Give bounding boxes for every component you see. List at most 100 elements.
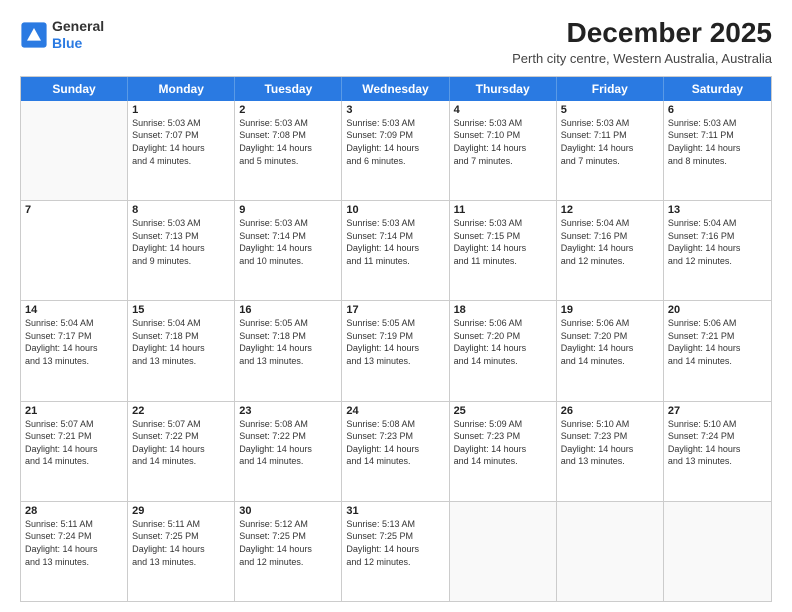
calendar-cell: 17Sunrise: 5:05 AM Sunset: 7:19 PM Dayli… [342, 301, 449, 400]
calendar-cell: 27Sunrise: 5:10 AM Sunset: 7:24 PM Dayli… [664, 402, 771, 501]
calendar-header: SundayMondayTuesdayWednesdayThursdayFrid… [21, 77, 771, 101]
calendar-cell: 28Sunrise: 5:11 AM Sunset: 7:24 PM Dayli… [21, 502, 128, 601]
calendar-cell: 24Sunrise: 5:08 AM Sunset: 7:23 PM Dayli… [342, 402, 449, 501]
cell-date-number: 24 [346, 405, 444, 417]
calendar-cell: 21Sunrise: 5:07 AM Sunset: 7:21 PM Dayli… [21, 402, 128, 501]
logo-text: General Blue [52, 18, 104, 52]
cell-info: Sunrise: 5:04 AM Sunset: 7:17 PM Dayligh… [25, 317, 123, 367]
calendar-cell: 25Sunrise: 5:09 AM Sunset: 7:23 PM Dayli… [450, 402, 557, 501]
cell-date-number: 30 [239, 505, 337, 517]
cell-date-number: 7 [25, 204, 123, 216]
calendar-cell: 10Sunrise: 5:03 AM Sunset: 7:14 PM Dayli… [342, 201, 449, 300]
calendar-cell [21, 101, 128, 200]
calendar-cell: 26Sunrise: 5:10 AM Sunset: 7:23 PM Dayli… [557, 402, 664, 501]
cell-date-number: 9 [239, 204, 337, 216]
cell-info: Sunrise: 5:03 AM Sunset: 7:08 PM Dayligh… [239, 117, 337, 167]
cell-date-number: 14 [25, 304, 123, 316]
cell-info: Sunrise: 5:06 AM Sunset: 7:20 PM Dayligh… [561, 317, 659, 367]
calendar-row-2: 78Sunrise: 5:03 AM Sunset: 7:13 PM Dayli… [21, 200, 771, 300]
calendar-cell: 22Sunrise: 5:07 AM Sunset: 7:22 PM Dayli… [128, 402, 235, 501]
cell-date-number: 15 [132, 304, 230, 316]
day-header-friday: Friday [557, 77, 664, 101]
logo-general: General [52, 18, 104, 35]
calendar-cell: 13Sunrise: 5:04 AM Sunset: 7:16 PM Dayli… [664, 201, 771, 300]
calendar-cell: 1Sunrise: 5:03 AM Sunset: 7:07 PM Daylig… [128, 101, 235, 200]
cell-date-number: 28 [25, 505, 123, 517]
cell-date-number: 25 [454, 405, 552, 417]
day-header-tuesday: Tuesday [235, 77, 342, 101]
cell-date-number: 31 [346, 505, 444, 517]
cell-date-number: 19 [561, 304, 659, 316]
cell-date-number: 12 [561, 204, 659, 216]
cell-date-number: 1 [132, 104, 230, 116]
calendar-cell: 6Sunrise: 5:03 AM Sunset: 7:11 PM Daylig… [664, 101, 771, 200]
day-header-thursday: Thursday [450, 77, 557, 101]
cell-info: Sunrise: 5:04 AM Sunset: 7:18 PM Dayligh… [132, 317, 230, 367]
calendar-cell: 2Sunrise: 5:03 AM Sunset: 7:08 PM Daylig… [235, 101, 342, 200]
logo-blue: Blue [52, 35, 104, 52]
calendar-cell: 3Sunrise: 5:03 AM Sunset: 7:09 PM Daylig… [342, 101, 449, 200]
cell-info: Sunrise: 5:04 AM Sunset: 7:16 PM Dayligh… [561, 217, 659, 267]
cell-info: Sunrise: 5:06 AM Sunset: 7:21 PM Dayligh… [668, 317, 767, 367]
cell-date-number: 2 [239, 104, 337, 116]
day-header-monday: Monday [128, 77, 235, 101]
calendar-row-3: 14Sunrise: 5:04 AM Sunset: 7:17 PM Dayli… [21, 300, 771, 400]
cell-info: Sunrise: 5:10 AM Sunset: 7:23 PM Dayligh… [561, 418, 659, 468]
cell-date-number: 29 [132, 505, 230, 517]
calendar-cell: 19Sunrise: 5:06 AM Sunset: 7:20 PM Dayli… [557, 301, 664, 400]
calendar-cell: 9Sunrise: 5:03 AM Sunset: 7:14 PM Daylig… [235, 201, 342, 300]
cell-date-number: 3 [346, 104, 444, 116]
cell-info: Sunrise: 5:11 AM Sunset: 7:24 PM Dayligh… [25, 518, 123, 568]
cell-info: Sunrise: 5:03 AM Sunset: 7:13 PM Dayligh… [132, 217, 230, 267]
cell-date-number: 8 [132, 204, 230, 216]
cell-date-number: 21 [25, 405, 123, 417]
calendar-cell: 20Sunrise: 5:06 AM Sunset: 7:21 PM Dayli… [664, 301, 771, 400]
cell-date-number: 26 [561, 405, 659, 417]
cell-info: Sunrise: 5:03 AM Sunset: 7:11 PM Dayligh… [668, 117, 767, 167]
calendar-cell: 11Sunrise: 5:03 AM Sunset: 7:15 PM Dayli… [450, 201, 557, 300]
cell-date-number: 10 [346, 204, 444, 216]
cell-date-number: 27 [668, 405, 767, 417]
calendar-cell: 5Sunrise: 5:03 AM Sunset: 7:11 PM Daylig… [557, 101, 664, 200]
calendar-row-4: 21Sunrise: 5:07 AM Sunset: 7:21 PM Dayli… [21, 401, 771, 501]
cell-info: Sunrise: 5:04 AM Sunset: 7:16 PM Dayligh… [668, 217, 767, 267]
calendar-row-1: 1Sunrise: 5:03 AM Sunset: 7:07 PM Daylig… [21, 101, 771, 200]
calendar-cell [450, 502, 557, 601]
cell-info: Sunrise: 5:08 AM Sunset: 7:22 PM Dayligh… [239, 418, 337, 468]
cell-info: Sunrise: 5:09 AM Sunset: 7:23 PM Dayligh… [454, 418, 552, 468]
cell-info: Sunrise: 5:10 AM Sunset: 7:24 PM Dayligh… [668, 418, 767, 468]
calendar: SundayMondayTuesdayWednesdayThursdayFrid… [20, 76, 772, 602]
title-block: December 2025 Perth city centre, Western… [512, 18, 772, 66]
calendar-row-5: 28Sunrise: 5:11 AM Sunset: 7:24 PM Dayli… [21, 501, 771, 601]
calendar-cell: 30Sunrise: 5:12 AM Sunset: 7:25 PM Dayli… [235, 502, 342, 601]
logo: General Blue [20, 18, 104, 52]
day-header-saturday: Saturday [664, 77, 771, 101]
cell-info: Sunrise: 5:08 AM Sunset: 7:23 PM Dayligh… [346, 418, 444, 468]
cell-date-number: 17 [346, 304, 444, 316]
month-title: December 2025 [512, 18, 772, 49]
cell-date-number: 11 [454, 204, 552, 216]
calendar-cell: 7 [21, 201, 128, 300]
header: General Blue December 2025 Perth city ce… [20, 18, 772, 66]
calendar-cell: 31Sunrise: 5:13 AM Sunset: 7:25 PM Dayli… [342, 502, 449, 601]
cell-info: Sunrise: 5:03 AM Sunset: 7:11 PM Dayligh… [561, 117, 659, 167]
cell-info: Sunrise: 5:07 AM Sunset: 7:22 PM Dayligh… [132, 418, 230, 468]
cell-info: Sunrise: 5:03 AM Sunset: 7:10 PM Dayligh… [454, 117, 552, 167]
cell-info: Sunrise: 5:06 AM Sunset: 7:20 PM Dayligh… [454, 317, 552, 367]
cell-info: Sunrise: 5:03 AM Sunset: 7:09 PM Dayligh… [346, 117, 444, 167]
cell-info: Sunrise: 5:13 AM Sunset: 7:25 PM Dayligh… [346, 518, 444, 568]
cell-info: Sunrise: 5:05 AM Sunset: 7:19 PM Dayligh… [346, 317, 444, 367]
cell-info: Sunrise: 5:12 AM Sunset: 7:25 PM Dayligh… [239, 518, 337, 568]
day-header-wednesday: Wednesday [342, 77, 449, 101]
page: General Blue December 2025 Perth city ce… [0, 0, 792, 612]
cell-info: Sunrise: 5:07 AM Sunset: 7:21 PM Dayligh… [25, 418, 123, 468]
cell-info: Sunrise: 5:05 AM Sunset: 7:18 PM Dayligh… [239, 317, 337, 367]
calendar-cell: 8Sunrise: 5:03 AM Sunset: 7:13 PM Daylig… [128, 201, 235, 300]
calendar-cell [664, 502, 771, 601]
cell-date-number: 22 [132, 405, 230, 417]
cell-date-number: 5 [561, 104, 659, 116]
calendar-cell: 29Sunrise: 5:11 AM Sunset: 7:25 PM Dayli… [128, 502, 235, 601]
cell-info: Sunrise: 5:03 AM Sunset: 7:14 PM Dayligh… [346, 217, 444, 267]
cell-date-number: 4 [454, 104, 552, 116]
cell-date-number: 13 [668, 204, 767, 216]
